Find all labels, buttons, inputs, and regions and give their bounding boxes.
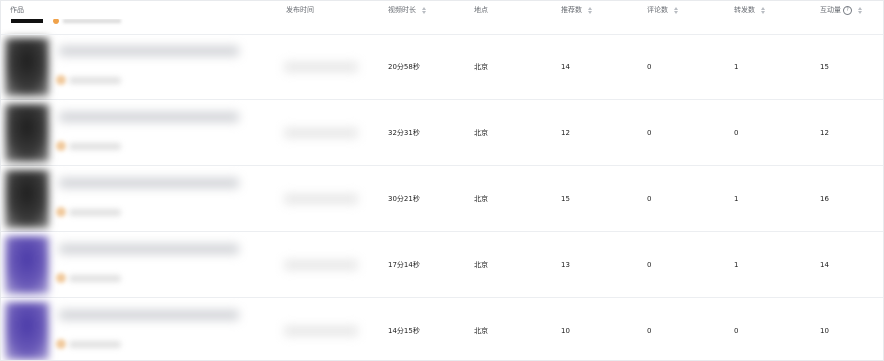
share-count-cell: 0 <box>734 128 739 137</box>
video-thumbnail[interactable] <box>5 170 49 228</box>
share-count-cell: 0 <box>734 326 739 335</box>
share-count-cell: 1 <box>734 62 739 71</box>
comment-count-cell: 0 <box>647 128 652 137</box>
interaction-count-cell: 15 <box>820 62 829 71</box>
publish-time-blurred <box>284 194 358 204</box>
table-header: 作品 发布时间 视频时长 地点 推荐数 评论数 转发数 互动量 ? <box>1 1 883 19</box>
video-stats-table: 作品 发布时间 视频时长 地点 推荐数 评论数 转发数 互动量 ? 20分58秒… <box>0 0 884 361</box>
video-thumbnail[interactable] <box>5 302 49 360</box>
table-row[interactable]: 30分21秒 北京 15 0 1 16 <box>1 166 883 232</box>
location-cell: 北京 <box>474 62 488 71</box>
column-header-location: 地点 <box>474 6 488 14</box>
location-cell: 北京 <box>474 194 488 203</box>
video-title-blurred[interactable] <box>59 244 239 254</box>
interaction-count-cell: 10 <box>820 326 829 335</box>
recommend-count-cell: 12 <box>561 128 570 137</box>
location-cell: 北京 <box>474 128 488 137</box>
comment-count-cell: 0 <box>647 326 652 335</box>
publish-time-blurred <box>284 62 358 72</box>
table-row[interactable]: 20分58秒 北京 14 0 1 15 <box>1 34 883 100</box>
blurred-text <box>63 19 121 23</box>
table-row-partial <box>1 18 883 35</box>
sort-icon[interactable] <box>761 6 765 14</box>
author-avatar <box>56 141 66 151</box>
video-title-blurred[interactable] <box>59 178 239 188</box>
column-header-duration[interactable]: 视频时长 <box>388 1 426 19</box>
author-avatar <box>56 339 66 349</box>
location-cell: 北京 <box>474 326 488 335</box>
video-thumbnail[interactable] <box>5 104 49 162</box>
duration-cell: 30分21秒 <box>388 194 420 203</box>
recommend-count-cell: 13 <box>561 260 570 269</box>
interaction-count-cell: 16 <box>820 194 829 203</box>
author-name-blurred <box>69 341 121 348</box>
duration-cell: 32分31秒 <box>388 128 420 137</box>
sort-icon[interactable] <box>422 6 426 14</box>
author-name-blurred <box>69 77 121 84</box>
interaction-count-cell: 14 <box>820 260 829 269</box>
duration-cell: 17分14秒 <box>388 260 420 269</box>
author-name-blurred <box>69 143 121 150</box>
duration-cell: 20分58秒 <box>388 62 420 71</box>
recommend-count-cell: 15 <box>561 194 570 203</box>
video-title-blurred[interactable] <box>59 310 239 320</box>
location-cell: 北京 <box>474 260 488 269</box>
column-header-shares[interactable]: 转发数 <box>734 1 765 19</box>
publish-time-blurred <box>284 260 358 270</box>
share-count-cell: 1 <box>734 194 739 203</box>
sort-icon[interactable] <box>858 6 862 14</box>
help-icon[interactable]: ? <box>843 5 852 15</box>
publish-time-blurred <box>284 326 358 336</box>
video-title-blurred[interactable] <box>59 46 239 56</box>
author-name-blurred <box>69 275 121 282</box>
author-avatar <box>56 273 66 283</box>
column-header-recommend[interactable]: 推荐数 <box>561 1 592 19</box>
recommend-count-cell: 14 <box>561 62 570 71</box>
comment-count-cell: 0 <box>647 62 652 71</box>
sort-icon[interactable] <box>674 6 678 14</box>
author-avatar <box>56 207 66 217</box>
video-title-blurred[interactable] <box>59 112 239 122</box>
interaction-count-cell: 12 <box>820 128 829 137</box>
column-header-work: 作品 <box>10 6 24 14</box>
column-header-interactions[interactable]: 互动量 ? <box>820 1 862 19</box>
video-thumbnail <box>11 19 43 23</box>
column-header-comments[interactable]: 评论数 <box>647 1 678 19</box>
publish-time-blurred <box>284 128 358 138</box>
share-count-cell: 1 <box>734 260 739 269</box>
recommend-count-cell: 10 <box>561 326 570 335</box>
author-name-blurred <box>69 209 121 216</box>
video-thumbnail[interactable] <box>5 236 49 294</box>
duration-cell: 14分15秒 <box>388 326 420 335</box>
table-row[interactable]: 32分31秒 北京 12 0 0 12 <box>1 100 883 166</box>
column-header-publish-time: 发布时间 <box>286 6 314 14</box>
table-row[interactable]: 14分15秒 北京 10 0 0 10 <box>1 298 883 360</box>
comment-count-cell: 0 <box>647 260 652 269</box>
sort-icon[interactable] <box>588 6 592 14</box>
author-avatar <box>56 75 66 85</box>
video-thumbnail[interactable] <box>5 38 49 96</box>
comment-count-cell: 0 <box>647 194 652 203</box>
table-row[interactable]: 17分14秒 北京 13 0 1 14 <box>1 232 883 298</box>
